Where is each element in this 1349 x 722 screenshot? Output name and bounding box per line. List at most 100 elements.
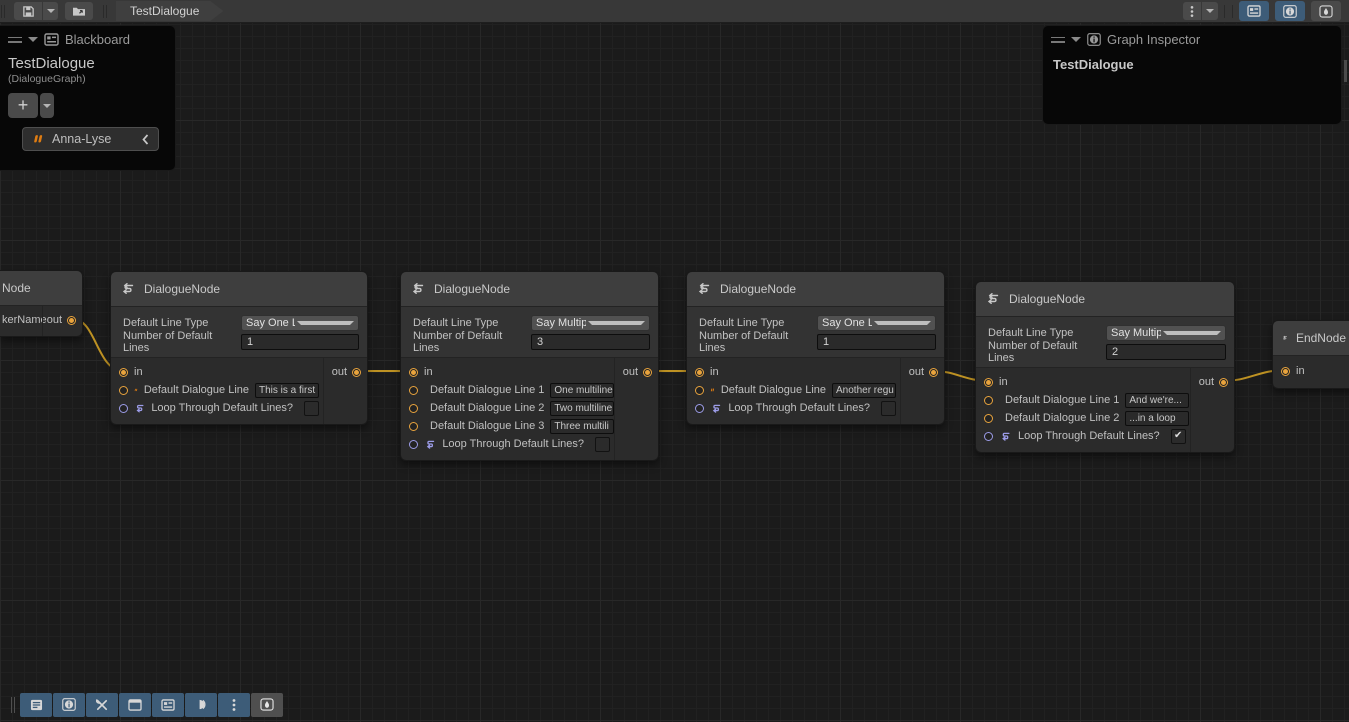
dialogue-line-input[interactable]: And we're... (1125, 393, 1189, 408)
panel-title: Blackboard (65, 32, 130, 47)
speaker-node-partial[interactable]: Node kerName out (0, 270, 83, 337)
blackboard-property-anna-lyse[interactable]: Anna-Lyse (22, 127, 159, 151)
dialogue-line-port[interactable] (119, 386, 128, 395)
open-button[interactable] (65, 2, 93, 20)
input-port[interactable] (695, 368, 704, 377)
count-input[interactable]: 1 (241, 334, 359, 350)
dialogue-node-4[interactable]: DialogueNode Default Line Type Say Multi… (975, 281, 1235, 453)
count-input[interactable]: 3 (531, 334, 650, 350)
port-label: in (1296, 365, 1305, 377)
dropdown-arrow-icon (47, 9, 55, 17)
node-title-bar[interactable]: DialogueNode (687, 272, 944, 307)
blackboard-panel[interactable]: Blackboard TestDialogue (DialogueGraph) … (0, 25, 176, 171)
toolbar-separator (1224, 5, 1225, 18)
node-title-bar[interactable]: Node (0, 271, 82, 306)
drag-handle-icon[interactable] (8, 37, 22, 43)
dialogue-line-port[interactable] (984, 414, 993, 423)
line-type-dropdown[interactable]: Say Multiple Lines (531, 315, 650, 331)
loop-icon (710, 402, 722, 414)
dialogue-line-input[interactable]: Another regu (832, 383, 896, 398)
dialogue-line-port[interactable] (984, 396, 993, 405)
dialogue-line-input[interactable]: ...in a loop (1125, 411, 1189, 426)
dialogue-line-port[interactable] (409, 386, 418, 395)
output-port[interactable] (352, 368, 361, 377)
collapse-arrow-icon[interactable] (28, 37, 38, 47)
port-label: Default Dialogue Line 2 (1005, 412, 1119, 424)
inspector-button[interactable] (53, 693, 85, 717)
dialogue-line-input[interactable]: This is a first (255, 383, 319, 398)
loop-checkbox[interactable] (881, 401, 896, 416)
save-options-button[interactable] (43, 2, 58, 20)
dialogue-line-input[interactable]: Three multili (550, 419, 614, 434)
loop-port[interactable] (119, 404, 128, 413)
end-node[interactable]: EndNode in (1272, 320, 1349, 389)
loop-port[interactable] (695, 404, 704, 413)
node-properties: Default Line Type Say One Line Number of… (687, 307, 944, 358)
line-type-dropdown[interactable]: Say Multiple Lines (1106, 325, 1226, 341)
save-button[interactable] (14, 2, 42, 20)
dialogue-line-input[interactable]: Two multiline (550, 401, 614, 416)
dialogue-node-icon (985, 291, 1001, 307)
output-port[interactable] (67, 316, 76, 325)
node-title: EndNode (1296, 331, 1346, 345)
loop-checkbox[interactable]: ✔ (1171, 429, 1186, 444)
toolbar-separator (103, 5, 104, 18)
preview-toggle-button[interactable] (185, 693, 217, 717)
graph-inspector-header[interactable]: Graph Inspector (1043, 26, 1341, 53)
output-port[interactable] (1219, 378, 1228, 387)
dialogue-node-3[interactable]: DialogueNode Default Line Type Say One L… (686, 271, 945, 425)
minimap-toggle-button[interactable] (1311, 1, 1341, 21)
input-port[interactable] (119, 368, 128, 377)
dialogue-line-port[interactable] (409, 422, 418, 431)
node-title-bar[interactable]: DialogueNode (401, 272, 658, 307)
count-input[interactable]: 1 (817, 334, 936, 350)
add-property-button[interactable]: + (8, 93, 38, 118)
blackboard-header[interactable]: Blackboard (0, 26, 175, 53)
input-port[interactable] (1281, 367, 1290, 376)
node-title-bar[interactable]: DialogueNode (976, 282, 1234, 317)
loop-port[interactable] (984, 432, 993, 441)
loop-checkbox[interactable] (595, 437, 610, 452)
console-button[interactable] (20, 693, 52, 717)
dialogue-line-input[interactable]: One multiline (550, 383, 614, 398)
kebab-menu-button[interactable] (1183, 2, 1201, 20)
dialogue-node-2[interactable]: DialogueNode Default Line Type Say Multi… (400, 271, 659, 461)
spark-button[interactable] (251, 693, 283, 717)
node-title-bar[interactable]: EndNode (1273, 321, 1349, 356)
dialogue-quote-icon (710, 385, 715, 395)
tools-button[interactable] (86, 693, 118, 717)
node-title-bar[interactable]: DialogueNode (111, 272, 367, 307)
line-type-dropdown[interactable]: Say One Line (241, 315, 359, 331)
node-properties: Default Line Type Say Multiple Lines Num… (401, 307, 658, 358)
node-title: Node (2, 281, 31, 295)
graph-inspector-panel[interactable]: Graph Inspector TestDialogue (1042, 25, 1342, 125)
inspector-toggle-button[interactable] (1275, 1, 1305, 21)
blackboard-button[interactable] (152, 693, 184, 717)
loop-checkbox[interactable] (304, 401, 319, 416)
dialogue-line-port[interactable] (695, 386, 704, 395)
drag-handle-icon[interactable] (1051, 37, 1065, 43)
dialogue-node-1[interactable]: DialogueNode Default Line Type Say One L… (110, 271, 368, 425)
view-menu[interactable] (1183, 2, 1218, 20)
loop-port[interactable] (409, 440, 418, 449)
collapse-arrow-icon[interactable] (1071, 37, 1081, 47)
graph-canvas[interactable]: { "colors": { "accent_blue": "#3d5c78", … (0, 0, 1349, 722)
output-port[interactable] (929, 368, 938, 377)
chevron-left-icon[interactable] (142, 134, 149, 145)
window-button[interactable] (119, 693, 151, 717)
kebab-dots-icon (232, 698, 236, 712)
panel-resize-handle[interactable] (1344, 60, 1347, 82)
kebab-menu-dropdown[interactable] (1202, 2, 1218, 20)
input-port[interactable] (409, 368, 418, 377)
dialogue-line-port[interactable] (409, 404, 418, 413)
add-property-dropdown[interactable] (40, 93, 54, 118)
blackboard-toggle-button[interactable] (1239, 1, 1269, 21)
tab-testdialogue[interactable]: TestDialogue (116, 1, 223, 21)
output-port[interactable] (643, 368, 652, 377)
toolbar-separator (106, 5, 107, 18)
prop-label: Default Line Type (413, 317, 531, 329)
input-port[interactable] (984, 378, 993, 387)
count-input[interactable]: 2 (1106, 344, 1226, 360)
more-options-button[interactable] (218, 693, 250, 717)
line-type-dropdown[interactable]: Say One Line (817, 315, 936, 331)
